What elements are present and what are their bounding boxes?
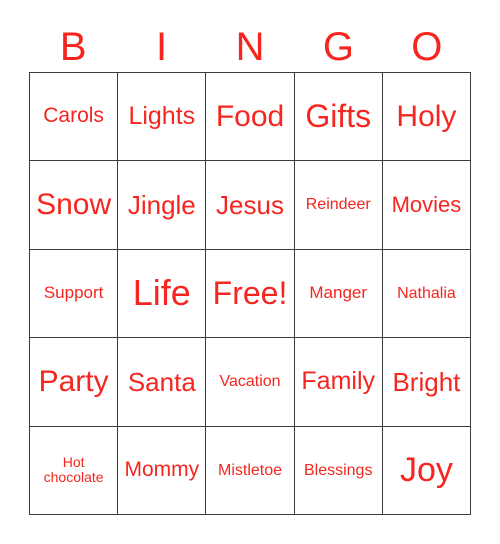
bingo-cell-r2-c2[interactable]: Jingle — [118, 161, 207, 250]
bingo-cell-r4-c4[interactable]: Family — [294, 338, 383, 427]
bingo-cell-label: Nathalia — [397, 284, 456, 302]
bingo-cell-r2-c4[interactable]: Reindeer — [294, 161, 383, 250]
bingo-header-row: BINGO — [29, 22, 471, 72]
bingo-cell-label: Jingle — [127, 190, 196, 221]
bingo-header-letter-i: I — [156, 25, 168, 69]
bingo-row: Support Life Free! Manger Nathalia — [30, 249, 472, 339]
bingo-header-letter-n: N — [235, 25, 265, 69]
bingo-cell-label: Gifts — [305, 98, 372, 135]
bingo-cell-r1-c5[interactable]: Holy — [382, 73, 472, 162]
bingo-cell-label: Bright — [392, 366, 461, 397]
bingo-cell-label: Snow — [36, 187, 112, 221]
bingo-cell-r3-c3[interactable]: Free! — [206, 249, 295, 339]
bingo-cell-r5-c4[interactable]: Blessings — [294, 426, 383, 516]
bingo-cell-label: Movies — [391, 192, 462, 218]
bingo-card: B I N G O Carols Lights Food Gifts Holy Snow Jingl… — [0, 0, 500, 544]
bingo-cell-r2-c1[interactable]: Snow — [30, 161, 119, 250]
bingo-cell-r4-c1[interactable]: Party — [30, 338, 119, 427]
bingo-cell-r4-c3[interactable]: Vacation — [206, 338, 295, 427]
bingo-cell-label: Hot chocolate — [43, 454, 104, 486]
bingo-row: Snow Jingle Jesus Reindeer Movies — [30, 161, 472, 250]
bingo-cell-label: Carols — [43, 104, 104, 128]
bingo-cell-r4-c2[interactable]: Santa — [118, 338, 207, 427]
bingo-cell-r2-c5[interactable]: Movies — [382, 161, 472, 250]
bingo-grid: Carols Lights Food Gifts Holy Snow Jingle Jesus… — [29, 72, 472, 516]
bingo-cell-r1-c4[interactable]: Gifts — [294, 73, 383, 162]
bingo-cell-label: Life — [132, 272, 191, 314]
bingo-cell-r5-c3[interactable]: Mistletoe — [206, 426, 295, 516]
bingo-header-letter-o: O — [411, 25, 443, 69]
bingo-cell-label: Holy — [396, 99, 457, 133]
bingo-cell-label: Blessings — [303, 461, 373, 479]
bingo-cell-r1-c2[interactable]: Lights — [118, 73, 207, 162]
bingo-cell-label: Support — [43, 283, 104, 303]
bingo-cell-r5-c5[interactable]: Joy — [382, 426, 472, 516]
bingo-cell-label: Reindeer — [305, 196, 371, 214]
bingo-cell-label: Free! — [212, 275, 288, 312]
bingo-cell-r5-c1[interactable]: Hot chocolate — [30, 426, 119, 516]
bingo-cell-label: Mistletoe — [217, 461, 283, 479]
bingo-row: Hot chocolate Mommy Mistletoe Blessings Joy — [30, 426, 472, 516]
bingo-cell-r3-c5[interactable]: Nathalia — [382, 249, 472, 339]
bingo-row: Party Santa Vacation Family Bright — [30, 338, 472, 427]
bingo-cell-label: Family — [301, 367, 376, 396]
bingo-cell-r3-c2[interactable]: Life — [118, 249, 207, 339]
bingo-cell-r4-c5[interactable]: Bright — [382, 338, 472, 427]
bingo-cell-r5-c2[interactable]: Mommy — [118, 426, 207, 516]
bingo-cell-label: Vacation — [219, 373, 281, 391]
bingo-cell-label: Manger — [309, 283, 368, 303]
bingo-cell-r1-c3[interactable]: Food — [206, 73, 295, 162]
bingo-cell-label: Santa — [127, 366, 196, 397]
bingo-cell-label: Jesus — [216, 190, 284, 221]
bingo-header-letter-b: B — [59, 25, 87, 69]
bingo-cell-label: Lights — [128, 102, 196, 131]
bingo-cell-r2-c3[interactable]: Jesus — [206, 161, 295, 250]
bingo-cell-r3-c1[interactable]: Support — [30, 249, 119, 339]
bingo-cell-label: Mommy — [124, 457, 200, 481]
bingo-cell-r3-c4[interactable]: Manger — [294, 249, 383, 339]
bingo-cell-label: Joy — [399, 450, 453, 489]
bingo-header-letter-g: G — [322, 25, 354, 69]
bingo-cell-r1-c1[interactable]: Carols — [30, 73, 119, 162]
bingo-row: Carols Lights Food Gifts Holy — [30, 73, 472, 162]
bingo-cell-label: Food — [215, 99, 285, 133]
bingo-cell-label: Party — [38, 364, 109, 398]
